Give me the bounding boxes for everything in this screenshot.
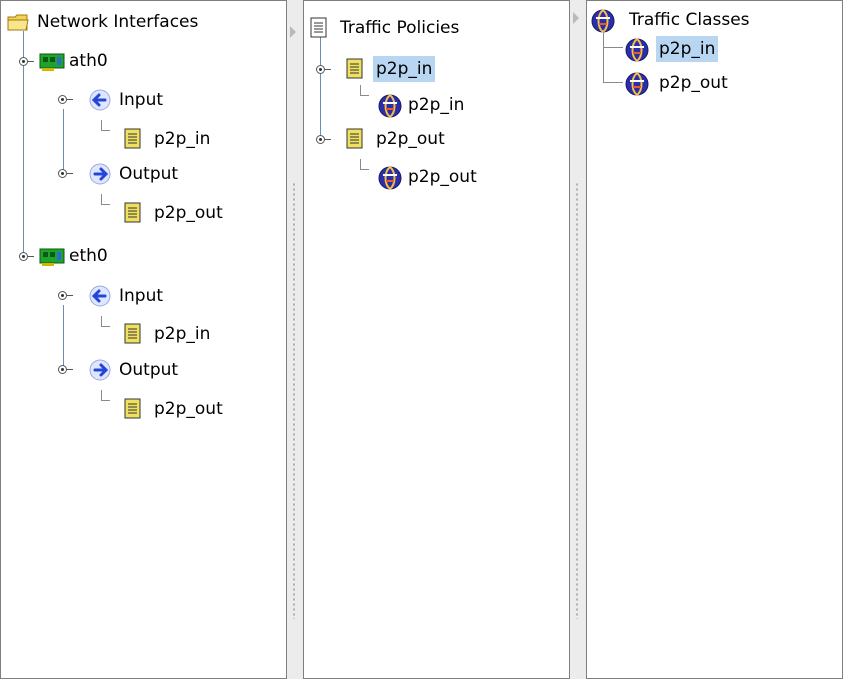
globe-icon	[378, 166, 402, 190]
node-label: Output	[119, 360, 179, 380]
tree-node-traffic-classes[interactable]: Traffic Classes	[591, 5, 753, 35]
arrow-right-icon	[89, 163, 111, 185]
network-card-icon	[39, 50, 65, 72]
tree-node-policy-out-class[interactable]: p2p_out	[378, 162, 480, 192]
document-icon	[346, 128, 368, 150]
expand-toggle-policy-in[interactable]	[316, 65, 331, 74]
globe-icon	[625, 38, 649, 62]
node-label: Input	[119, 286, 164, 306]
document-icon	[310, 17, 332, 39]
expand-toggle-ath0-input[interactable]	[58, 95, 73, 104]
grip-icon	[293, 182, 295, 619]
tree-node-ath0-input-policy[interactable]: p2p_in	[124, 124, 213, 154]
document-icon	[124, 323, 146, 345]
node-label: p2p_in	[408, 95, 465, 115]
tree-node-class-out[interactable]: p2p_out	[625, 68, 731, 98]
tree-node-ath0[interactable]: ath0	[39, 46, 111, 76]
tree-node-ath0-output-policy[interactable]: p2p_out	[124, 198, 226, 228]
tree-node-eth0-output[interactable]: Output	[89, 355, 181, 385]
collapse-arrow-icon[interactable]	[573, 12, 579, 24]
expand-toggle-ath0-output[interactable]	[58, 169, 73, 178]
document-icon	[346, 58, 368, 80]
network-card-icon	[39, 245, 65, 267]
expand-toggle-policy-out[interactable]	[316, 135, 331, 144]
node-label: p2p_in	[373, 56, 436, 82]
expand-toggle-eth0-input[interactable]	[58, 291, 73, 300]
node-label: Traffic Policies	[340, 18, 460, 38]
grip-icon	[576, 182, 578, 619]
document-icon	[124, 128, 146, 150]
node-label: p2p_out	[376, 129, 445, 149]
traffic-policies-pane[interactable]: Traffic Policies p2p_in p2p_in p2p_out p…	[303, 0, 570, 679]
split-pane-divider[interactable]	[570, 0, 586, 679]
document-icon	[124, 398, 146, 420]
node-label: Input	[119, 90, 164, 110]
node-label: p2p_out	[659, 73, 728, 93]
expand-toggle-ath0[interactable]	[19, 57, 34, 66]
node-label: p2p_out	[154, 203, 223, 223]
tree-node-eth0-input-policy[interactable]: p2p_in	[124, 319, 213, 349]
node-label: p2p_in	[154, 129, 211, 149]
expand-toggle-eth0-output[interactable]	[58, 365, 73, 374]
traffic-classes-pane[interactable]: Traffic Classes p2p_in p2p_out	[586, 0, 843, 679]
node-label: Traffic Classes	[629, 10, 750, 30]
tree-node-ath0-output[interactable]: Output	[89, 159, 181, 189]
node-label: p2p_out	[154, 399, 223, 419]
node-label: eth0	[69, 246, 108, 266]
node-label: Network Interfaces	[37, 12, 199, 32]
tree-node-class-in[interactable]: p2p_in	[625, 34, 719, 64]
tree-node-policy-out[interactable]: p2p_out	[346, 124, 448, 154]
arrow-left-icon	[89, 285, 111, 307]
tree-node-policy-in[interactable]: p2p_in	[346, 54, 436, 84]
tree-node-eth0-output-policy[interactable]: p2p_out	[124, 394, 226, 424]
tree-node-eth0[interactable]: eth0	[39, 241, 111, 271]
folder-icon	[7, 11, 29, 33]
node-label: p2p_out	[408, 167, 477, 187]
tree-node-traffic-policies[interactable]: Traffic Policies	[310, 13, 462, 43]
tree-node-network-interfaces[interactable]: Network Interfaces	[7, 7, 201, 37]
node-label: p2p_in	[656, 36, 719, 62]
node-label: Output	[119, 164, 179, 184]
node-label: p2p_in	[154, 324, 211, 344]
arrow-left-icon	[89, 89, 111, 111]
network-interfaces-pane[interactable]: Network Interfaces ath0 Input p2p_in Out…	[0, 0, 287, 679]
tree-node-eth0-input[interactable]: Input	[89, 281, 166, 311]
arrow-right-icon	[89, 359, 111, 381]
node-label: ath0	[69, 51, 108, 71]
expand-toggle-eth0[interactable]	[19, 252, 34, 261]
globe-icon	[625, 72, 649, 96]
globe-icon	[591, 9, 615, 33]
tree-node-ath0-input[interactable]: Input	[89, 85, 166, 115]
globe-icon	[378, 94, 402, 118]
split-pane-divider[interactable]	[287, 0, 303, 679]
document-icon	[124, 202, 146, 224]
tree-node-policy-in-class[interactable]: p2p_in	[378, 90, 467, 120]
collapse-arrow-icon[interactable]	[290, 26, 296, 38]
